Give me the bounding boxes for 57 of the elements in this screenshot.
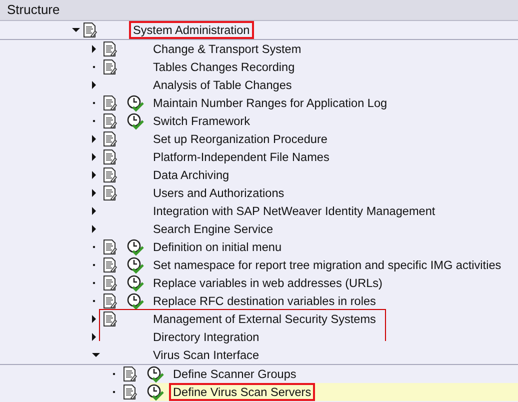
tree-item[interactable]: Platform-Independent File Names [149, 148, 334, 166]
clock-check-icon[interactable] [147, 384, 164, 400]
clock-check-icon[interactable] [127, 94, 144, 112]
expand-arrow-icon[interactable] [92, 315, 96, 323]
document-icon[interactable] [123, 366, 137, 382]
tree-item[interactable]: Set namespace for report tree migration and specific IMG activities [149, 256, 506, 274]
document-icon[interactable] [103, 185, 117, 201]
clock-check-icon[interactable] [127, 238, 144, 256]
tree-item[interactable]: Replace RFC destination variables in roles [149, 292, 380, 310]
tree-item[interactable]: System Administration [129, 21, 254, 39]
tree-item[interactable]: Management of External Security Systems [149, 310, 380, 328]
tree-item[interactable]: Data Archiving [149, 166, 234, 184]
clock-check-icon[interactable] [147, 366, 164, 382]
structure-header: Structure [0, 0, 518, 21]
tree-item[interactable]: Analysis of Table Changes [149, 76, 296, 94]
tree-item[interactable]: Integration with SAP NetWeaver Identity Management [149, 202, 440, 220]
expand-arrow-icon[interactable] [92, 207, 96, 215]
document-icon[interactable] [103, 167, 117, 183]
tree-item[interactable]: Switch Framework [149, 112, 254, 130]
document-icon[interactable] [103, 311, 117, 327]
tree-item[interactable]: Change & Transport System [149, 40, 306, 58]
document-icon[interactable] [103, 257, 117, 273]
document-icon[interactable] [103, 113, 117, 129]
tree-item[interactable]: Tables Changes Recording [149, 58, 299, 76]
document-icon[interactable] [103, 95, 117, 111]
expand-arrow-icon[interactable] [92, 225, 96, 233]
document-icon[interactable] [103, 131, 117, 147]
tree-item[interactable]: Virus Scan Interface [149, 346, 264, 364]
expand-arrow-icon[interactable] [92, 81, 96, 89]
expand-arrow-icon[interactable] [92, 171, 96, 179]
tree-item[interactable]: Replace variables in web addresses (URLs) [149, 274, 386, 292]
expand-arrow-icon[interactable] [92, 333, 96, 341]
expand-arrow-icon[interactable] [92, 135, 96, 143]
clock-check-icon[interactable] [127, 292, 144, 310]
collapse-arrow-icon[interactable] [92, 353, 100, 357]
document-icon[interactable] [83, 22, 97, 38]
clock-check-icon[interactable] [127, 112, 144, 130]
clock-check-icon[interactable] [127, 256, 144, 274]
tree-item[interactable]: Maintain Number Ranges for Application Log [149, 94, 392, 112]
document-icon[interactable] [103, 149, 117, 165]
tree-item[interactable]: Define Virus Scan Servers [169, 383, 316, 401]
tree-item[interactable]: Definition on initial menu [149, 238, 286, 256]
clock-check-icon[interactable] [127, 274, 144, 292]
tree-item[interactable]: Directory Integration [149, 328, 264, 346]
document-icon[interactable] [103, 239, 117, 255]
document-icon[interactable] [103, 275, 117, 291]
tree-item[interactable]: Search Engine Service [149, 220, 278, 238]
expand-arrow-icon[interactable] [92, 153, 96, 161]
document-icon[interactable] [123, 384, 137, 400]
expand-arrow-icon[interactable] [92, 45, 96, 53]
tree-item[interactable]: Set up Reorganization Procedure [149, 130, 332, 148]
expand-arrow-icon[interactable] [92, 189, 96, 197]
document-icon[interactable] [103, 293, 117, 309]
tree-item[interactable]: Users and Authorizations [149, 184, 288, 202]
document-icon[interactable] [103, 41, 117, 57]
tree-item[interactable]: Define Scanner Groups [169, 365, 300, 383]
document-icon[interactable] [103, 59, 117, 75]
